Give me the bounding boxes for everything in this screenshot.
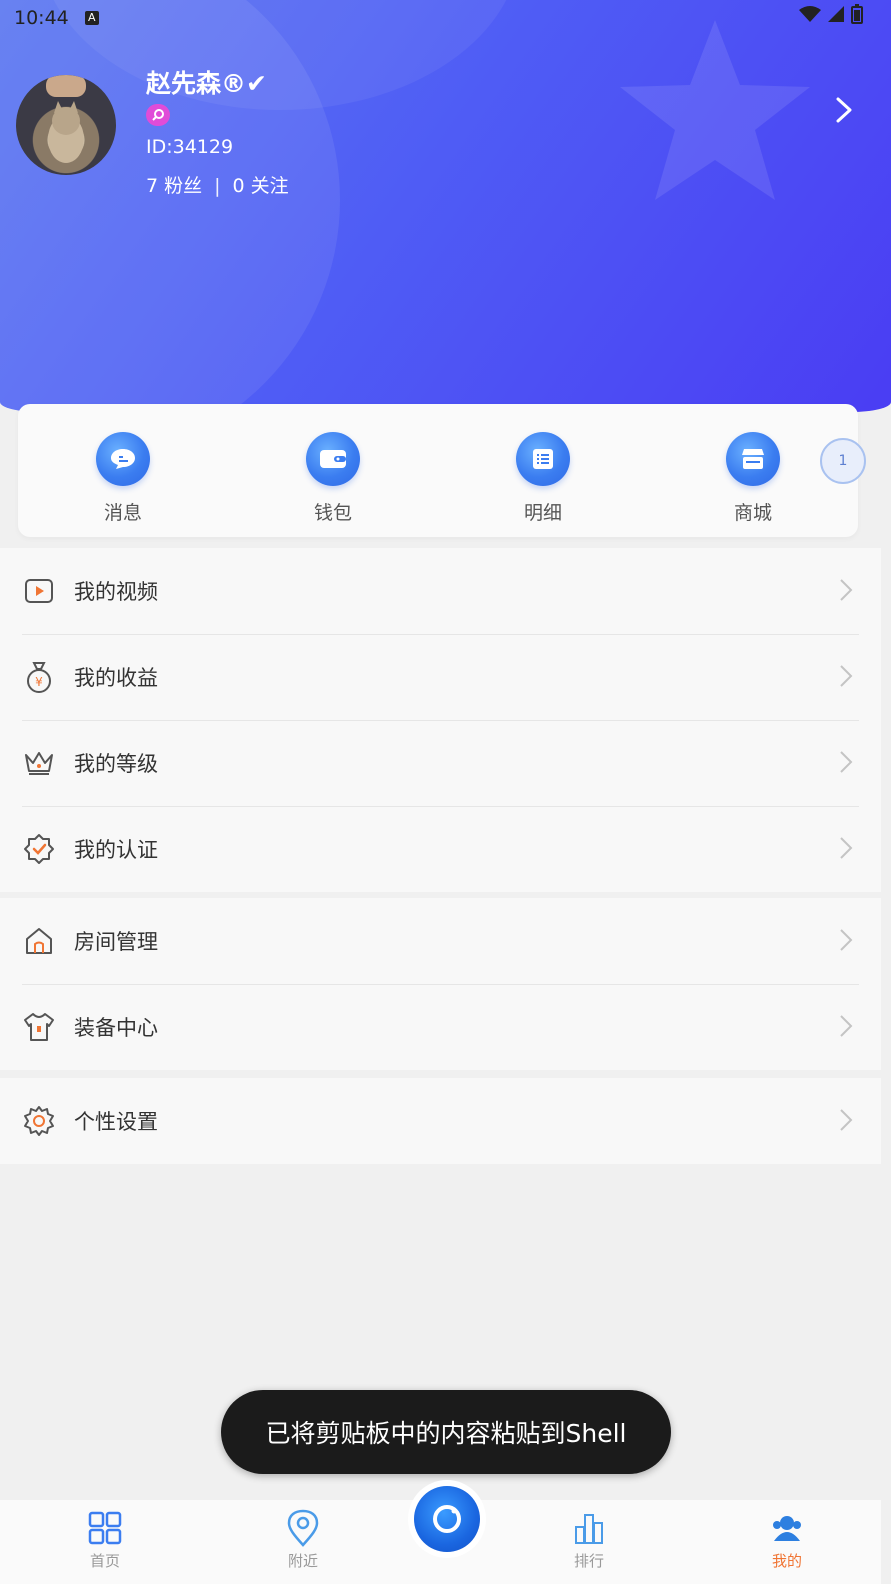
star-decoration-icon: [620, 20, 810, 200]
video-icon: [22, 574, 56, 608]
quick-action-label: 消息: [103, 502, 142, 524]
nav-rank[interactable]: 排行: [544, 1508, 634, 1571]
quick-action-label: 钱包: [313, 502, 352, 524]
chevron-right-icon: [840, 665, 853, 687]
center-camera-button[interactable]: [414, 1486, 480, 1552]
status-time: 10:44: [14, 7, 69, 29]
chevron-right-icon[interactable]: [830, 95, 858, 125]
nav-mine[interactable]: 我的: [742, 1508, 832, 1571]
chevron-right-icon: [840, 751, 853, 773]
shop-icon: [726, 432, 780, 486]
fans-count[interactable]: 7 粉丝: [146, 175, 202, 197]
menu-item-room-management[interactable]: 房间管理: [0, 898, 881, 984]
quick-action-label: 商城: [733, 502, 772, 524]
menu-label: 我的收益: [74, 666, 158, 690]
menu-group-settings: 个性设置: [0, 1078, 881, 1164]
verified-icon: [22, 832, 56, 866]
wallet-icon: [306, 432, 360, 486]
home-icon: [22, 924, 56, 958]
quick-action-wallet[interactable]: 钱包: [273, 432, 393, 525]
menu-label: 装备中心: [74, 1016, 158, 1040]
nav-label: 首页: [89, 1552, 120, 1570]
user-group-icon: [767, 1508, 807, 1548]
tshirt-icon: [22, 1010, 56, 1044]
menu-item-personal-settings[interactable]: 个性设置: [0, 1078, 881, 1164]
chevron-right-icon: [840, 1109, 853, 1131]
bar-chart-icon: [569, 1508, 609, 1548]
quick-action-shop[interactable]: 商城: [693, 432, 813, 525]
menu-group-profile: 我的视频 ¥ 我的收益 我的等级 我的认证: [0, 548, 881, 892]
search-badge-icon: [146, 104, 170, 126]
user-name: 赵先森®✔: [146, 69, 267, 98]
user-id: ID:34129: [146, 136, 234, 158]
chevron-right-icon: [840, 929, 853, 951]
quick-action-message[interactable]: 消息: [63, 432, 183, 525]
status-bar: 10:44 A: [0, 0, 891, 36]
chevron-right-icon: [840, 837, 853, 859]
menu-label: 我的等级: [74, 752, 158, 776]
stats-separator: |: [214, 175, 221, 197]
chevron-right-icon: [840, 579, 853, 601]
list-detail-icon: [516, 432, 570, 486]
avatar[interactable]: [16, 75, 116, 175]
svg-text:¥: ¥: [35, 675, 43, 689]
menu-item-my-earnings[interactable]: ¥ 我的收益: [0, 634, 881, 720]
nav-home[interactable]: 首页: [60, 1508, 150, 1571]
crown-icon: [22, 746, 56, 780]
battery-icon: [851, 4, 863, 24]
message-icon: [96, 432, 150, 486]
nav-nearby[interactable]: 附近: [258, 1508, 348, 1571]
menu-label: 我的视频: [74, 580, 158, 604]
grid-home-icon: [85, 1508, 125, 1548]
quick-actions-card: 消息 钱包 明细 商城: [18, 404, 858, 537]
menu-item-my-videos[interactable]: 我的视频: [0, 548, 881, 634]
menu-label: 我的认证: [74, 838, 158, 862]
chevron-right-icon: [840, 1015, 853, 1037]
cat-avatar-icon: [46, 75, 86, 163]
menu-group-room: 房间管理 装备中心: [0, 898, 881, 1070]
signal-icon: [828, 6, 844, 22]
money-bag-icon: ¥: [22, 660, 56, 694]
menu-label: 个性设置: [74, 1110, 158, 1134]
settings-gear-icon: [22, 1104, 56, 1138]
menu-item-my-verification[interactable]: 我的认证: [0, 806, 881, 892]
menu-item-equipment-center[interactable]: 装备中心: [0, 984, 881, 1070]
menu-item-my-level[interactable]: 我的等级: [0, 720, 881, 806]
user-stats: 7 粉丝 | 0 关注: [146, 171, 289, 198]
following-count[interactable]: 0 关注: [233, 175, 289, 197]
quick-action-details[interactable]: 明细: [483, 432, 603, 525]
profile-header: 10:44 A 赵先森®✔ ID:34129 7 粉丝 | 0 关注: [0, 0, 891, 412]
notification-icon: A: [84, 11, 99, 25]
nav-label: 排行: [573, 1552, 604, 1570]
wifi-icon: [799, 6, 821, 22]
menu-label: 房间管理: [74, 930, 158, 954]
toast-message: 已将剪贴板中的内容粘贴到Shell: [221, 1390, 671, 1474]
status-icons: [799, 4, 863, 24]
camera-lens-icon: [433, 1505, 461, 1533]
location-pin-icon: [283, 1508, 323, 1548]
nav-label: 附近: [287, 1552, 318, 1570]
quick-action-label: 明细: [523, 502, 562, 524]
floating-badge[interactable]: 1: [820, 438, 866, 484]
nav-label: 我的: [771, 1552, 802, 1570]
